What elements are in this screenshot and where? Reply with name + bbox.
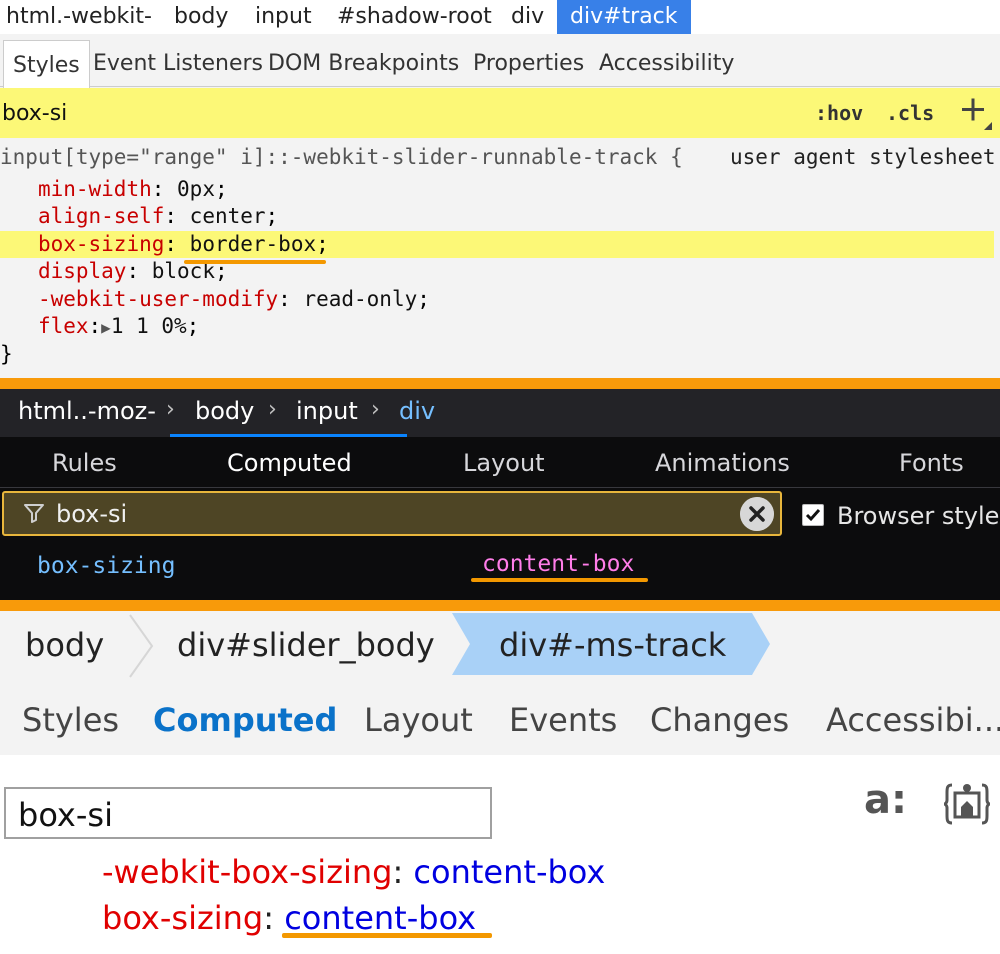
- expand-triangle-icon[interactable]: ▶: [101, 318, 111, 337]
- chrome-crumb-div[interactable]: div: [511, 0, 544, 34]
- filter-icon: [24, 504, 44, 523]
- chrome-breadcrumb: html.-webkit- body input #shadow-root di…: [0, 0, 1000, 34]
- edge-search-input[interactable]: box-si: [18, 789, 113, 841]
- chrome-crumb-input[interactable]: input: [255, 0, 312, 34]
- rule-source[interactable]: user agent stylesheet: [730, 144, 996, 171]
- tab-styles[interactable]: Styles: [22, 681, 119, 759]
- computed-property-name: -webkit-box-sizing: [102, 853, 393, 891]
- chrome-style-rule: input[type="range" i]::-webkit-slider-ru…: [0, 140, 1000, 378]
- ff-crumb-body[interactable]: body: [195, 389, 254, 433]
- computed-property-value: content-box: [413, 853, 606, 891]
- tab-fonts[interactable]: Fonts: [899, 437, 964, 489]
- clear-icon[interactable]: [740, 497, 774, 531]
- tab-styles[interactable]: Styles: [3, 40, 90, 88]
- firefox-breadcrumb: html..-moz- › body › input › div: [0, 389, 1000, 437]
- firefox-tab-bar: Rules Computed Layout Animations Fonts: [0, 437, 1000, 488]
- edge-search-box[interactable]: box-si: [4, 787, 492, 839]
- chrome-tab-bar: Styles Event Listeners DOM Breakpoints P…: [0, 34, 1000, 88]
- firefox-filter-input[interactable]: box-si: [56, 493, 127, 535]
- checkbox-icon[interactable]: [802, 504, 824, 526]
- computed-property-value: content-box: [284, 899, 477, 937]
- tab-accessibility[interactable]: Accessibility: [599, 34, 734, 86]
- tab-events[interactable]: Events: [509, 681, 617, 759]
- tab-layout[interactable]: Layout: [463, 437, 545, 489]
- hov-button[interactable]: :hov: [815, 88, 863, 138]
- separator: [0, 378, 1000, 389]
- ff-crumb-html[interactable]: html..-moz-: [18, 389, 156, 433]
- tab-dom-breakpoints[interactable]: DOM Breakpoints: [268, 34, 459, 86]
- computed-property-value: content-box: [482, 551, 635, 577]
- computed-property-name[interactable]: box-sizing: [37, 549, 175, 583]
- chrome-crumb-html[interactable]: html.-webkit-: [6, 0, 152, 34]
- edge-crumb-body[interactable]: body: [25, 611, 104, 679]
- chrome-crumb-shadow-root[interactable]: #shadow-root: [337, 0, 492, 34]
- chrome-crumb-body[interactable]: body: [174, 0, 228, 34]
- tab-layout[interactable]: Layout: [364, 681, 473, 759]
- edge-computed-row[interactable]: -webkit-box-sizing: content-box: [102, 850, 605, 894]
- declaration-min-width: min-width: 0px;: [37, 177, 228, 201]
- chrome-crumb-div-track[interactable]: div#track: [557, 0, 691, 34]
- tab-event-listeners[interactable]: Event Listeners: [93, 34, 263, 86]
- chrome-filter-bar: box-si :hov .cls: [0, 88, 1000, 138]
- a-colon-icon[interactable]: a:: [864, 777, 907, 823]
- edge-breadcrumb: body div#slider_body div#-ms-track: [0, 611, 1000, 681]
- highlight-underline: [282, 933, 492, 938]
- brace-element-icon[interactable]: [942, 779, 992, 829]
- chrome-filter-input[interactable]: box-si: [2, 88, 67, 140]
- highlight-underline: [471, 578, 648, 582]
- chevron-right-icon: ›: [268, 397, 277, 422]
- declaration-align-self: align-self: center;: [37, 204, 279, 228]
- browser-styles-label[interactable]: Browser styles: [837, 498, 1000, 534]
- tab-accessibility[interactable]: Accessibi...: [826, 681, 1000, 759]
- separator: [0, 600, 1000, 611]
- plus-icon[interactable]: [958, 96, 992, 130]
- tab-computed[interactable]: Computed: [153, 681, 337, 759]
- computed-property-name: box-sizing: [102, 899, 264, 937]
- rule-close-brace: }: [0, 342, 13, 366]
- ff-crumb-div[interactable]: div: [399, 389, 435, 433]
- tab-properties[interactable]: Properties: [473, 34, 584, 86]
- chrome-devtools-panel: html.-webkit- body input #shadow-root di…: [0, 0, 1000, 378]
- chevron-right-icon: ›: [371, 397, 380, 422]
- rule-header: input[type="range" i]::-webkit-slider-ru…: [0, 144, 1000, 171]
- tab-animations[interactable]: Animations: [655, 437, 790, 489]
- cls-button[interactable]: .cls: [886, 88, 934, 138]
- declaration-flex: flex:▶1 1 0%;: [37, 314, 200, 338]
- tab-changes[interactable]: Changes: [650, 681, 789, 759]
- rule-selector: input[type="range" i]::-webkit-slider-ru…: [0, 145, 683, 169]
- tab-rules[interactable]: Rules: [52, 437, 117, 489]
- chevron-right-icon: ›: [166, 397, 175, 422]
- edge-crumb-ms-track[interactable]: div#-ms-track: [499, 611, 726, 679]
- declaration-box-sizing: box-sizing: border-box;: [0, 231, 994, 258]
- declaration-display: display: block;: [37, 259, 228, 283]
- declaration-user-modify: -webkit-user-modify: read-only;: [37, 287, 430, 311]
- edge-crumb-slider-body[interactable]: div#slider_body: [177, 611, 435, 679]
- firefox-filter-box[interactable]: box-si: [2, 491, 782, 536]
- tab-computed[interactable]: Computed: [227, 437, 352, 489]
- edge-tab-bar: Styles Computed Layout Events Changes Ac…: [0, 681, 1000, 755]
- ff-crumb-input[interactable]: input: [296, 389, 358, 433]
- highlight-underline: [184, 260, 326, 264]
